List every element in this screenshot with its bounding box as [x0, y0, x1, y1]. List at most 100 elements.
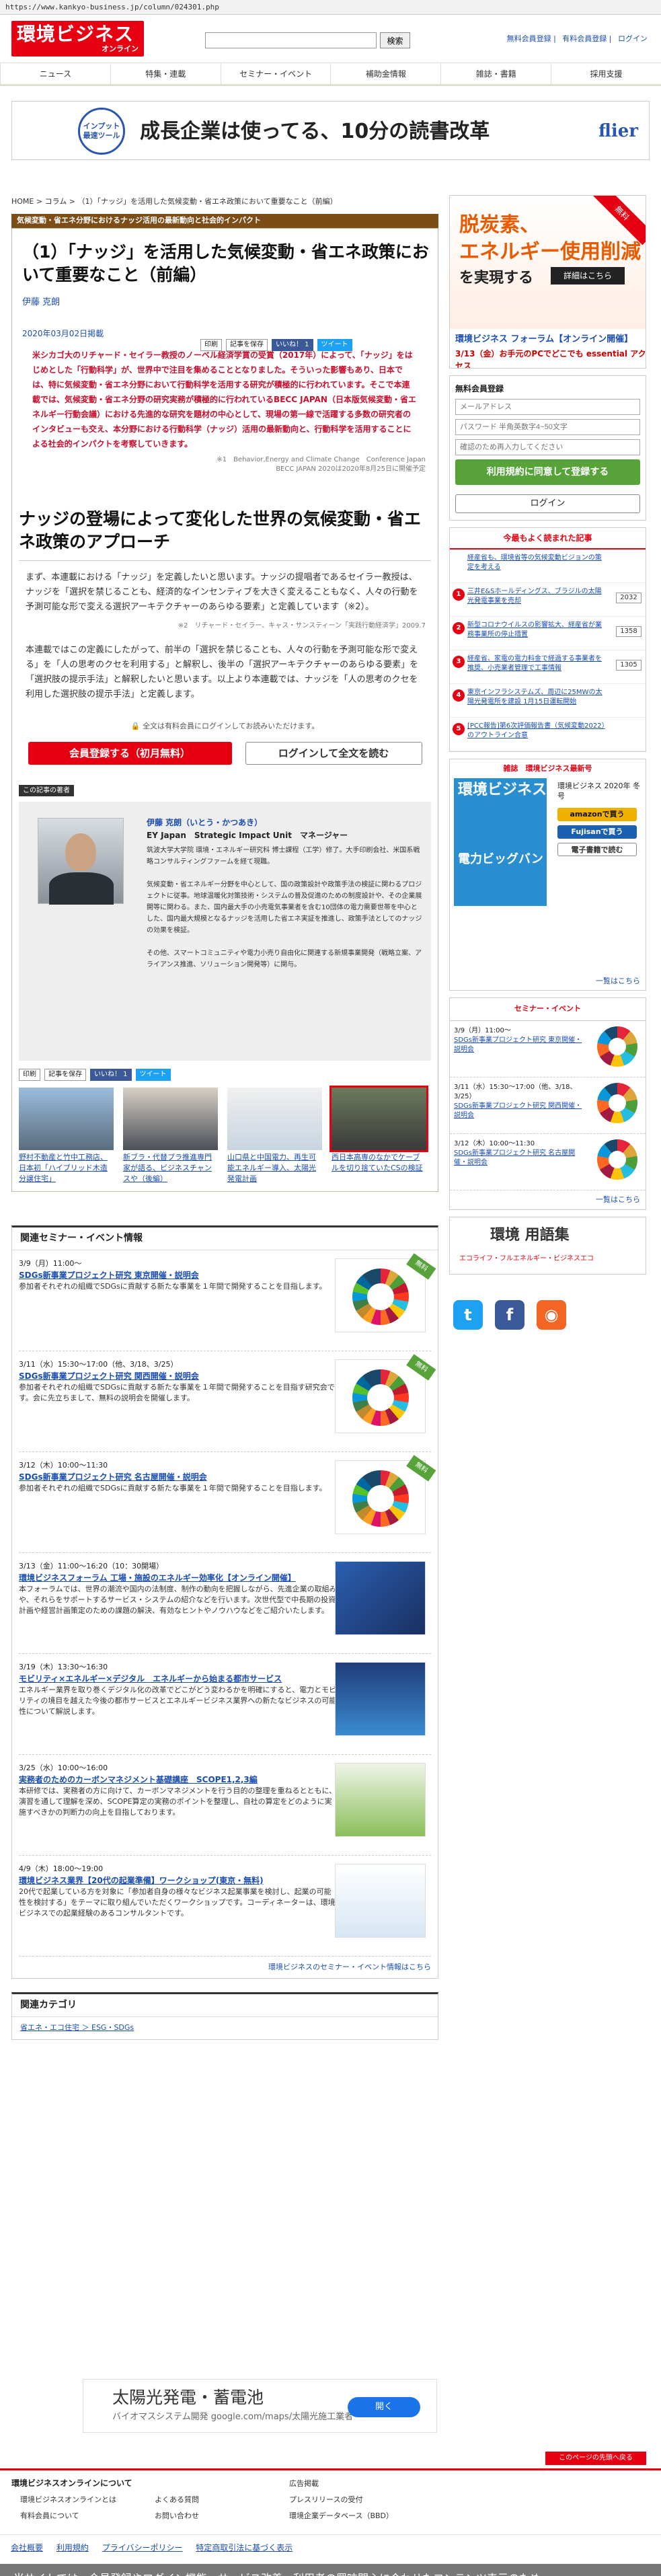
agree-register-button[interactable]: 利用規約に同意して登録する: [455, 459, 640, 485]
footer-link[interactable]: 環境ビジネスオンラインとは: [20, 2495, 116, 2506]
top-banner-ad[interactable]: インプット最速ツール 成長企業は使ってる、10分の読書改革 flier: [11, 101, 650, 160]
sidebar-seminar-title[interactable]: SDGs新事業プロジェクト研究 関西開催・説明会: [454, 1102, 585, 1121]
footer-link[interactable]: 広告掲載: [289, 2478, 319, 2490]
sidebar-seminar-title[interactable]: SDGs新事業プロジェクト研究 名古屋開催・説明会: [454, 1149, 585, 1168]
password-confirm-field[interactable]: [455, 439, 640, 455]
page-top-button[interactable]: このページの先頭へ戻る: [545, 2452, 646, 2465]
ranking-text[interactable]: 東京インフラシステムズ、周辺に25MWの太陽光発電所を建設 1月15日運転開始: [467, 689, 602, 706]
nav-subsidies[interactable]: 補助金情報: [330, 63, 440, 84]
tweet-button[interactable]: ツイート: [135, 1068, 171, 1081]
seminar-title[interactable]: SDGs新事業プロジェクト研究 名古屋開催・説明会: [19, 1471, 335, 1483]
browser-url-bar[interactable]: https://www.kankyo-business.jp/column/02…: [0, 0, 661, 15]
twitter-icon[interactable]: t: [453, 1300, 483, 1330]
nav-recruit[interactable]: 採用支援: [551, 63, 661, 84]
sidebar-seminar-item[interactable]: 3/9（月）11:00〜 SDGs新事業プロジェクト研究 東京開催・説明会: [450, 1021, 646, 1077]
all-seminars-link[interactable]: 環境ビジネスのセミナー・イベント情報はこちら: [12, 1957, 438, 1979]
related-caption[interactable]: 野村不動産と竹中工務店、日本初「ハイブリッド木造分譲住宅」: [19, 1152, 114, 1184]
ranking-text[interactable]: 経産省、家電の電力料金で経過する事業者を推奨、小売業者管理で工事情報: [467, 655, 602, 672]
nav-seminars[interactable]: セミナー・イベント: [220, 63, 331, 84]
related-caption[interactable]: 西日本高専のなかでケーブルを切り捨ていたCSの検証: [332, 1152, 426, 1174]
rss-icon[interactable]: ◉: [537, 1300, 566, 1330]
company-link[interactable]: 会社概要: [11, 2542, 43, 2554]
footer-link[interactable]: プレスリリースの受付: [289, 2495, 362, 2506]
paid-register-link[interactable]: 有料会員登録: [562, 34, 607, 43]
seminar-item[interactable]: 3/9（月）11:00〜 SDGs新事業プロジェクト研究 東京開催・説明会 参加者そ…: [19, 1250, 436, 1351]
sidebar-forum-ad[interactable]: 無料 脱炭素、 エネルギー使用削減 を実現する 詳細はこちら 環境ビジネス フォ…: [449, 195, 646, 369]
buy-fujisan-button[interactable]: Fujisanで買う: [557, 825, 637, 839]
ranking-text[interactable]: [PCC報告]第6次評価報告書（気候変動2022）のアウトライン合意: [467, 722, 605, 739]
buy-amazon-button[interactable]: amazonで買う: [557, 808, 637, 821]
facebook-like-button[interactable]: いいね！ 1: [272, 338, 313, 351]
seminar-item[interactable]: 3/19（木）13:30〜16:30 モビリティ×エネルギー×デジタル エネルギー…: [19, 1654, 431, 1755]
author-link[interactable]: 伊藤 克朗: [22, 296, 431, 309]
tokusho-link[interactable]: 特定商取引法に基づく表示: [196, 2542, 293, 2554]
ranking-item[interactable]: 5 [PCC報告]第6次評価報告書（気候変動2022）のアウトライン合意: [450, 718, 646, 751]
ranking-item[interactable]: 2 新型コロナウイルスの影響拡大、経産省が業務事業所の停止措置 1358: [450, 617, 646, 650]
ranking-item[interactable]: 3 経産省、家電の電力料金で経過する事業者を推奨、小売業者管理で工事情報 1305: [450, 650, 646, 684]
ranking-text[interactable]: 経産省も、環境省等の気候変動ビジョンの策定を考える: [467, 554, 602, 571]
facebook-icon[interactable]: f: [495, 1300, 524, 1330]
related-caption[interactable]: 山口県と中国電力、再生可能エネルギー導入、太陽光発電計画: [227, 1152, 322, 1184]
search-button[interactable]: 検索: [380, 32, 410, 48]
ad-detail-button[interactable]: 詳細はこちら: [551, 267, 625, 285]
seminar-title[interactable]: 環境ビジネス業界【20代の起業準備】ワークショップ(東京・無料): [19, 1874, 335, 1887]
magazine-more-link[interactable]: 一覧はこちら: [596, 976, 640, 987]
login-link[interactable]: ログイン: [618, 34, 648, 43]
nav-features[interactable]: 特集・連載: [110, 63, 221, 84]
nav-magazine[interactable]: 雑誌・書籍: [440, 63, 551, 84]
tweet-button[interactable]: ツイート: [317, 338, 352, 351]
related-caption[interactable]: 新ブラ・代替プラ推進専門家が語る、ビジネスチャンスや（後編）: [123, 1152, 218, 1184]
footer-link[interactable]: よくある質問: [155, 2495, 199, 2506]
ebook-button[interactable]: 電子書籍で読む: [557, 843, 637, 856]
seminar-title[interactable]: 実務者のためのカーボンマネジメント基礎講座 SCOPE1,2,3編: [19, 1774, 335, 1786]
seminar-title[interactable]: SDGs新事業プロジェクト研究 東京開催・説明会: [19, 1269, 335, 1281]
seminar-item[interactable]: 3/11（水）15:30〜17:00（他、3/18、3/25） SDGs新事業プロ…: [19, 1351, 436, 1452]
privacy-link[interactable]: プライバシーポリシー: [102, 2542, 183, 2554]
seminar-title[interactable]: SDGs新事業プロジェクト研究 関西開催・説明会: [19, 1370, 335, 1382]
category-links[interactable]: 省エネ・エコ住宅 ＞ ESG・SDGs: [12, 2017, 438, 2039]
related-article[interactable]: 西日本高専のなかでケーブルを切り捨ていたCSの検証: [329, 1085, 428, 1184]
email-field[interactable]: [455, 399, 640, 415]
nav-news[interactable]: ニュース: [0, 63, 110, 84]
save-button[interactable]: 記事を保存: [44, 1068, 86, 1081]
login-to-read-button[interactable]: ログインして全文を読む: [245, 741, 422, 765]
ranking-item[interactable]: 4 東京インフラシステムズ、周辺に25MWの太陽光発電所を建設 1月15日運転開始: [450, 684, 646, 718]
save-button[interactable]: 記事を保存: [226, 338, 268, 351]
sidebar-login-button[interactable]: ログイン: [455, 494, 640, 513]
terms-link[interactable]: 利用規約: [56, 2542, 89, 2554]
related-article[interactable]: 山口県と中国電力、再生可能エネルギー導入、太陽光発電計画: [227, 1087, 322, 1184]
author-name[interactable]: 伊藤 克朗（いとう・かつあき）: [147, 817, 348, 829]
password-field[interactable]: [455, 419, 640, 435]
footer-link[interactable]: お問い合わせ: [155, 2511, 199, 2522]
sidebar-seminar-title[interactable]: SDGs新事業プロジェクト研究 東京開催・説明会: [454, 1036, 585, 1055]
ranking-item[interactable]: 経産省も、環境省等の気候変動ビジョンの策定を考える: [450, 550, 646, 583]
sidebar-seminar-item[interactable]: 3/12（木）10:00〜11:30 SDGs新事業プロジェクト研究 名古屋開催・…: [450, 1134, 646, 1190]
print-button[interactable]: 印刷: [200, 338, 222, 351]
breadcrumb[interactable]: HOME > コラム > （1）「ナッジ」を活用した気候変動・省エネ政策において…: [11, 196, 338, 208]
facebook-like-button[interactable]: いいね！ 1: [90, 1068, 132, 1081]
sidebar-seminar-item[interactable]: 3/11（水）15:30〜17:00（他、3/18、3/25） SDGs新事業プロ…: [450, 1077, 646, 1134]
bottom-ad[interactable]: 太陽光発電・蓄電池 バイオマスシステム開発 google.com/maps/太陽…: [83, 2379, 437, 2433]
footer-link[interactable]: 有料会員について: [20, 2511, 79, 2522]
seminar-item[interactable]: 3/13（金）11:00〜16:20（10：30開場） 環境ビジネスフォーラム 工…: [19, 1553, 431, 1654]
seminar-item[interactable]: 4/9（木）18:00〜19:00 環境ビジネス業界【20代の起業準備】ワークショ…: [19, 1856, 431, 1957]
seminar-title[interactable]: 環境ビジネスフォーラム 工場・施設のエネルギー効率化【オンライン開催】: [19, 1572, 335, 1584]
sidebar-seminars-more[interactable]: 一覧はこちら: [450, 1190, 646, 1210]
site-logo[interactable]: 環境ビジネス オンライン: [11, 21, 144, 56]
magazine-cover[interactable]: 環境ビジネス 電力ビッグバン: [454, 778, 547, 906]
ranking-item[interactable]: 1 三井E&Sホールディングス、ブラジルの太陽光発電事業を売却 2032: [450, 583, 646, 617]
seminar-item[interactable]: 3/25（水）10:00〜16:00 実務者のためのカーボンマネジメント基礎講座 …: [19, 1755, 431, 1856]
register-button[interactable]: 会員登録する（初月無料）: [28, 741, 232, 765]
bottom-ad-open-button[interactable]: 開く: [348, 2397, 420, 2417]
seminar-title[interactable]: モビリティ×エネルギー×デジタル エネルギーから始まる都市サービス: [19, 1673, 335, 1685]
search-input[interactable]: [205, 32, 377, 48]
print-button[interactable]: 印刷: [19, 1068, 40, 1081]
related-article[interactable]: 野村不動産と竹中工務店、日本初「ハイブリッド木造分譲住宅」: [19, 1087, 114, 1184]
seminar-item[interactable]: 3/12（木）10:00〜11:30 SDGs新事業プロジェクト研究 名古屋開催・…: [19, 1452, 436, 1553]
free-register-link[interactable]: 無料会員登録: [507, 34, 551, 43]
footer-link[interactable]: 環境企業データベース（BBD）: [289, 2511, 393, 2522]
glossary-banner[interactable]: 環境 用語集 エコライフ・フルエネルギー・ビジネスエコ: [449, 1217, 646, 1275]
related-article[interactable]: 新ブラ・代替プラ推進専門家が語る、ビジネスチャンスや（後編）: [123, 1087, 218, 1184]
ranking-text[interactable]: 三井E&Sホールディングス、ブラジルの太陽光発電事業を売却: [467, 588, 602, 605]
ranking-text[interactable]: 新型コロナウイルスの影響拡大、経産省が業務事業所の停止措置: [467, 621, 602, 638]
